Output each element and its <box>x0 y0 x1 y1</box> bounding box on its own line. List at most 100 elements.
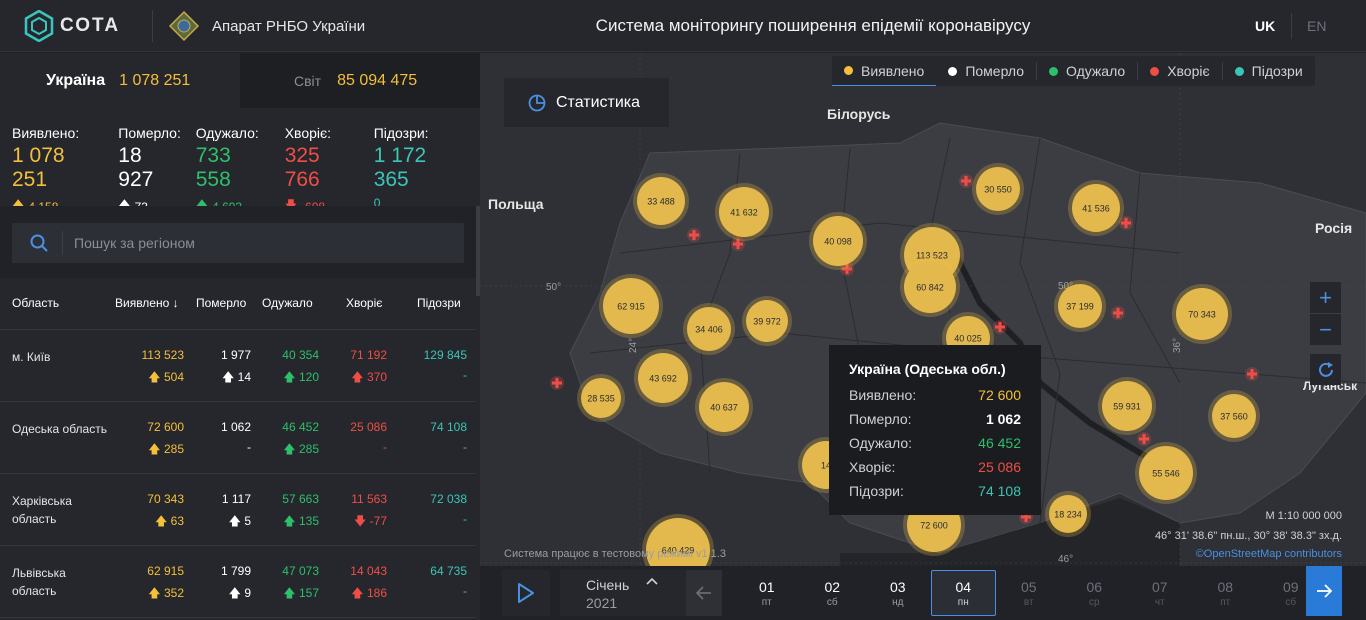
cell-value: 11 563 <box>351 492 387 506</box>
cell-value: 72 600 <box>147 420 184 434</box>
stat-value: 18 927 <box>118 144 154 191</box>
cell-value: 40 354 <box>282 348 319 362</box>
cluster-value: 34 406 <box>695 325 723 335</box>
plus-marker-icon[interactable] <box>1137 432 1151 446</box>
col-deaths[interactable]: Померло <box>196 296 246 310</box>
sota-logo[interactable]: СОТА <box>24 10 120 42</box>
cluster-marker[interactable]: 40 637 <box>695 378 753 436</box>
day-item-03[interactable]: 03 нд <box>865 570 931 616</box>
day-item-07[interactable]: 07 чт <box>1127 570 1193 616</box>
rnbo-emblem-icon <box>168 10 200 42</box>
stat-recovered: Одужало: 733 558 🡅4 693 <box>195 108 271 214</box>
cluster-marker[interactable]: 60 842 <box>900 257 960 317</box>
next-day-button[interactable] <box>1306 566 1342 616</box>
logo-text: СОТА <box>60 15 121 36</box>
tab-ukraine[interactable]: Україна 1 078 251 <box>0 53 240 108</box>
day-item-08[interactable]: 08 пт <box>1193 570 1259 616</box>
cell-value: 71 192 <box>350 348 387 362</box>
day-list: 01 пт 02 сб 03 нд 04 пн 05 вт 06 ср 07 чт 08 пт 09 сб <box>734 570 1324 616</box>
cell-delta: - <box>247 440 251 454</box>
legend-sick[interactable]: Хворіє <box>1138 56 1221 86</box>
legend-dot <box>1049 66 1059 76</box>
country-label-russia: Росія <box>1315 220 1352 236</box>
legend-dot <box>844 66 853 75</box>
arrow-up-icon: 🡅 <box>351 586 367 600</box>
zoom-in-button[interactable]: + <box>1310 282 1341 313</box>
tab-world[interactable]: Світ 85 094 475 <box>240 53 480 108</box>
zoom-out-button[interactable]: − <box>1310 314 1341 345</box>
month-selector[interactable]: Січень 2021 <box>560 570 686 616</box>
table-row[interactable]: Одеська область 72 600 🡅 285 1 062 - 46 452 🡅 … <box>0 402 476 474</box>
play-button[interactable] <box>502 570 550 616</box>
lang-uk-button[interactable]: UK <box>1255 18 1275 34</box>
cluster-marker[interactable]: 70 343 <box>1172 284 1232 344</box>
col-sick[interactable]: Хворіє <box>346 296 382 310</box>
map-legend: Виявлено Померло Одужало Хворіє Підозри <box>832 56 1315 86</box>
day-number: 07 <box>1151 578 1168 595</box>
prev-day-button[interactable] <box>686 570 722 616</box>
cell-delta: 🡅 285 <box>283 442 319 456</box>
plus-marker-icon[interactable] <box>959 174 973 188</box>
col-recovered[interactable]: Одужало <box>262 296 313 310</box>
cluster-marker[interactable]: 41 536 <box>1068 180 1124 236</box>
table-row[interactable]: Харківська область 70 343 🡅 63 1 117 🡅 5 57 6… <box>0 474 476 546</box>
table-row[interactable]: Львівська область 62 915 🡅 352 1 799 🡅 9 47 0… <box>0 546 476 618</box>
org-link[interactable]: Апарат РНБО України <box>168 10 365 42</box>
cell-delta: 🡅 5 <box>228 514 251 528</box>
day-item-06[interactable]: 06 ср <box>1062 570 1128 616</box>
cluster-marker[interactable]: 28 535 <box>577 374 625 422</box>
stat-sick: Хворіє: 325 766 🡇-608 <box>285 108 360 214</box>
day-item-04[interactable]: 04 пн <box>930 570 996 616</box>
plus-marker-icon[interactable] <box>993 320 1007 334</box>
legend-suspected[interactable]: Підозри <box>1223 56 1315 86</box>
stat-label: Одужало: <box>195 125 259 141</box>
plus-marker-icon[interactable] <box>550 376 564 390</box>
cell-value: 72 038 <box>430 492 467 506</box>
cell-value: 57 663 <box>282 492 319 506</box>
cluster-marker[interactable]: 39 972 <box>742 296 792 346</box>
cluster-marker[interactable]: 41 632 <box>715 183 773 241</box>
cluster-marker[interactable]: 40 098 <box>809 212 867 270</box>
col-suspected[interactable]: Підозри <box>417 296 461 310</box>
cell-delta: 🡅 285 <box>148 442 184 456</box>
cluster-value: 60 842 <box>916 283 944 293</box>
col-detected[interactable]: Виявлено ↓ <box>115 296 179 310</box>
plus-marker-icon[interactable] <box>687 228 701 242</box>
plus-marker-icon[interactable] <box>1245 367 1259 381</box>
grid-label: 24° <box>628 338 639 353</box>
stat-deaths: Померло: 18 927 🡅73 <box>118 108 181 214</box>
cluster-marker[interactable]: 37 199 <box>1054 280 1106 332</box>
cluster-marker[interactable]: 30 550 <box>972 163 1024 215</box>
tooltip-row: Виявлено: 72 600 <box>849 387 1021 403</box>
cluster-marker[interactable]: 18 234 <box>1045 491 1091 537</box>
cluster-marker[interactable]: 33 488 <box>633 173 689 229</box>
lang-en-button[interactable]: EN <box>1307 18 1326 34</box>
osm-attribution-link[interactable]: ©OpenStreetMap contributors <box>1196 548 1342 560</box>
day-item-05[interactable]: 05 вт <box>996 570 1062 616</box>
legend-recovered[interactable]: Одужало <box>1037 56 1137 86</box>
plus-marker-icon[interactable] <box>1111 306 1125 320</box>
search-input[interactable] <box>74 223 454 263</box>
sota-logo-icon <box>24 10 54 42</box>
legend-deaths[interactable]: Померло <box>936 56 1036 86</box>
cluster-value: 70 343 <box>1188 310 1216 320</box>
day-item-02[interactable]: 02 сб <box>800 570 866 616</box>
arrow-up-icon: 🡅 <box>283 586 299 600</box>
cluster-marker[interactable]: 62 915 <box>599 274 663 338</box>
table-row[interactable]: м. Київ 113 523 🡅 504 1 977 🡅 14 40 354 🡅 120 7… <box>0 330 476 402</box>
cluster-marker[interactable]: 59 931 <box>1098 377 1156 435</box>
cluster-marker[interactable]: 55 546 <box>1135 442 1197 504</box>
day-number: 02 <box>824 578 841 595</box>
cluster-value: 40 098 <box>824 237 852 247</box>
legend-detected[interactable]: Виявлено <box>832 56 937 86</box>
day-number: 06 <box>1086 578 1103 595</box>
statistics-button[interactable]: Статистика <box>504 78 669 127</box>
legend-dot <box>1150 66 1160 76</box>
cluster-marker[interactable]: 43 692 <box>634 349 692 407</box>
reset-view-button[interactable] <box>1310 354 1341 385</box>
cluster-marker[interactable]: 34 406 <box>683 303 735 355</box>
chevron-up-icon <box>646 577 658 585</box>
day-item-01[interactable]: 01 пт <box>734 570 800 616</box>
col-region[interactable]: Область <box>12 296 59 310</box>
cluster-marker[interactable]: 37 560 <box>1208 390 1260 442</box>
